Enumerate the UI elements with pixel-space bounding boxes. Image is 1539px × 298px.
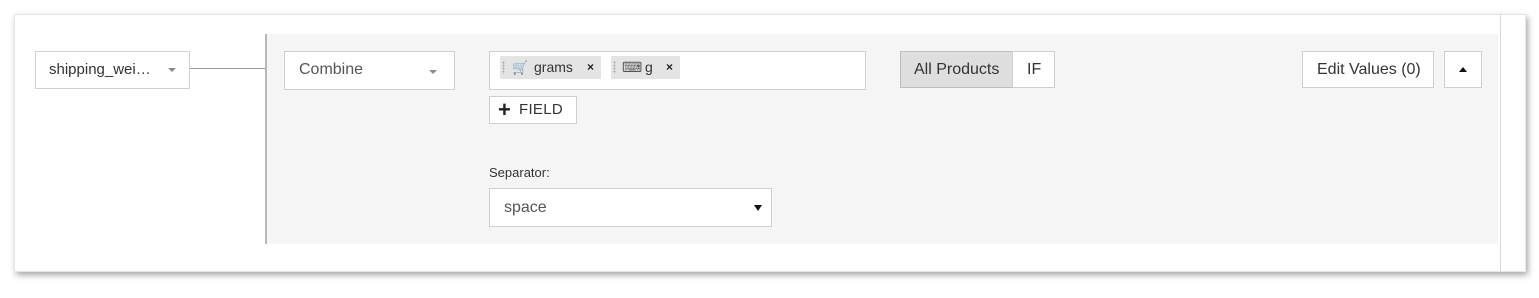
connector-line — [190, 68, 266, 69]
caret-down-icon — [754, 205, 762, 211]
caret-down-icon — [429, 70, 437, 74]
plus-icon: + — [498, 97, 511, 122]
separator-value: space — [504, 199, 547, 216]
collapse-button[interactable] — [1444, 51, 1482, 88]
add-field-label: FIELD — [519, 101, 564, 118]
operation-value: Combine — [299, 61, 364, 78]
add-field-button[interactable]: + FIELD — [489, 96, 577, 124]
source-field-select[interactable]: shipping_wei… — [35, 51, 190, 89]
remove-tag-icon[interactable]: × — [666, 56, 673, 79]
caret-up-icon — [1459, 67, 1467, 72]
separator-label: Separator: — [489, 165, 550, 180]
drag-handle-icon[interactable] — [502, 61, 505, 74]
source-field-value: shipping_wei… — [49, 61, 151, 78]
if-label: IF — [1027, 61, 1042, 78]
scroll-edge — [1500, 14, 1501, 272]
operation-select[interactable]: Combine — [284, 51, 455, 90]
edit-values-button[interactable]: Edit Values (0) — [1302, 51, 1434, 88]
field-tag[interactable]: 🛒 grams × — [500, 56, 601, 79]
field-tag-label: g — [645, 59, 653, 75]
all-products-label: All Products — [914, 61, 1000, 78]
field-tag-label: grams — [534, 59, 573, 75]
caret-down-icon — [168, 68, 176, 72]
connector-vertical-line — [265, 34, 267, 244]
shopping-cart-icon: 🛒 — [512, 60, 529, 75]
all-products-toggle[interactable]: All Products — [900, 51, 1013, 88]
drag-handle-icon[interactable] — [613, 61, 616, 74]
edit-values-label: Edit Values (0) — [1317, 61, 1421, 78]
remove-tag-icon[interactable]: × — [587, 56, 594, 79]
keyboard-icon: ⌨ — [622, 59, 643, 75]
field-tag[interactable]: ⌨ g × — [611, 56, 680, 79]
separator-select[interactable]: space — [489, 188, 772, 227]
fields-input[interactable]: 🛒 grams × ⌨ g × — [489, 51, 866, 90]
if-toggle[interactable]: IF — [1012, 51, 1055, 88]
